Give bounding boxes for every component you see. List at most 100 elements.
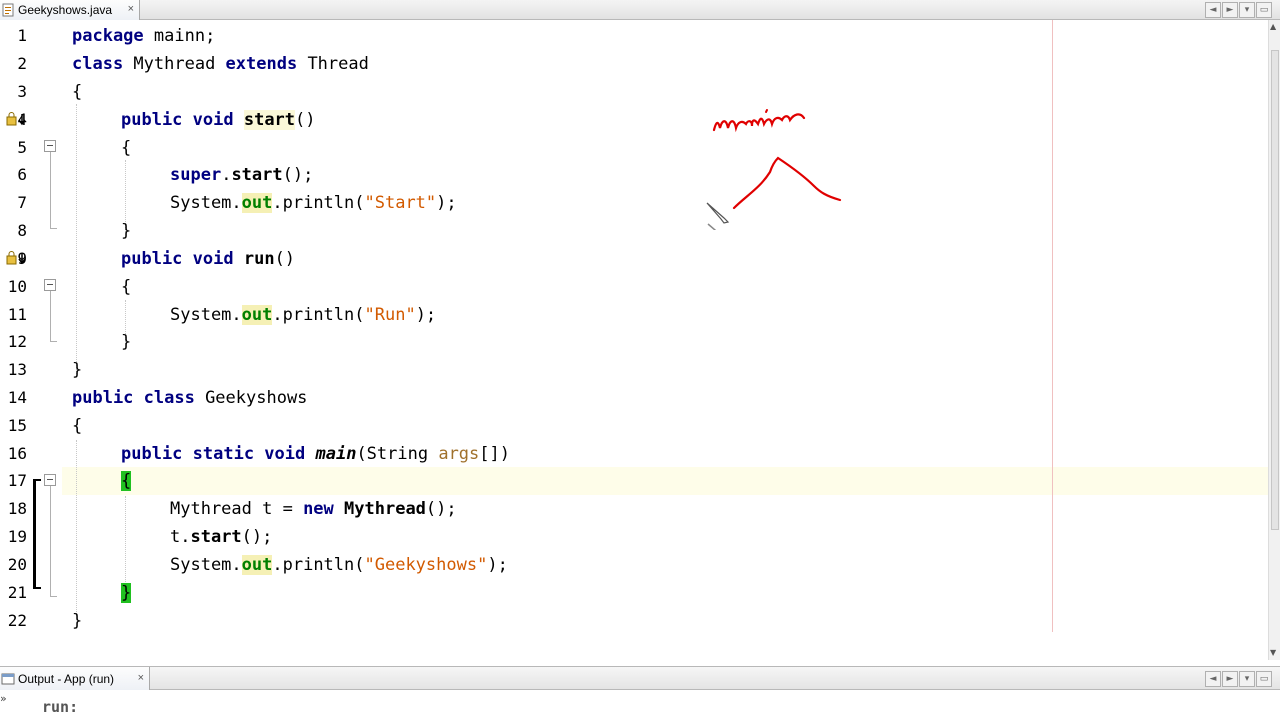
keyword: class — [72, 54, 124, 74]
line-number: 8 — [17, 221, 27, 240]
code-text: } — [121, 332, 132, 352]
matched-brace: } — [121, 583, 132, 603]
close-icon[interactable]: × — [138, 672, 144, 684]
matched-brace: { — [121, 471, 132, 491]
scroll-left-icon[interactable]: ◄ — [1205, 2, 1221, 18]
string-literal: "Run" — [364, 305, 416, 325]
code-line-3: { — [72, 78, 82, 106]
code-text: } — [72, 611, 83, 631]
code-text: ); — [415, 305, 437, 325]
keyword: public class — [72, 388, 195, 408]
code-text: (); — [425, 499, 457, 519]
code-line-4: public void start() — [121, 106, 316, 134]
output-window-icon — [1, 672, 15, 686]
parameter-name: args — [438, 444, 480, 464]
fold-end — [50, 596, 57, 597]
scrollbar-thumb[interactable] — [1271, 50, 1279, 530]
scroll-down-icon[interactable]: ▼ — [1270, 648, 1276, 657]
code-line-5: { — [121, 134, 131, 162]
line-number-gutter: 1 2 3 4 5 6 7 8 9 10 11 12 13 14 15 16 1… — [0, 20, 62, 660]
line-number: 10 — [7, 277, 27, 296]
line-number: 21 — [7, 583, 27, 602]
line-number: 5 — [17, 138, 27, 157]
override-marker-icon[interactable] — [6, 112, 28, 126]
line-number: 17 — [7, 471, 27, 490]
java-file-icon — [2, 3, 14, 17]
right-margin-guide — [1052, 20, 1053, 632]
restore-window-icon[interactable]: ▭ — [1256, 2, 1272, 18]
code-text: System. — [170, 305, 242, 325]
tab-list-icon[interactable]: ▾ — [1239, 2, 1255, 18]
code-text: .println( — [272, 305, 365, 325]
tab-geekyshows-java[interactable]: Geekyshows.java × — [0, 0, 140, 20]
scroll-right-icon[interactable]: ► — [1222, 2, 1238, 18]
code-text: Mythread — [123, 54, 226, 74]
code-text: ); — [436, 193, 457, 213]
tab-output[interactable]: Output - App (run) × — [0, 667, 150, 690]
tab-label: Geekyshows.java — [18, 3, 113, 17]
output-text: run: — [42, 698, 79, 716]
string-literal: "Geekyshows" — [364, 555, 488, 575]
line-number: 19 — [7, 527, 27, 546]
code-text: } — [72, 360, 83, 380]
code-line-16: public static void main(String args[]) — [121, 440, 510, 468]
code-text: (); — [282, 165, 314, 185]
code-text: .println( — [272, 193, 365, 213]
output-tab-bar: Output - App (run) × ◄ ► ▾ ▭ — [0, 666, 1280, 690]
fold-collapse-icon[interactable] — [44, 279, 56, 291]
editor-tab-bar: Geekyshows.java × ◄ ► ▾ ▭ — [0, 0, 1280, 20]
method-name: start — [243, 110, 296, 130]
string-literal: "Start" — [364, 193, 437, 213]
code-text: { — [121, 277, 132, 297]
line-number: 22 — [7, 611, 27, 630]
scroll-up-icon[interactable]: ▲ — [1270, 22, 1276, 31]
code-line-9: public void run() — [121, 245, 295, 273]
method-name: start — [190, 527, 242, 547]
field-name: out — [241, 305, 273, 325]
line-number: 16 — [7, 444, 27, 463]
fold-collapse-icon[interactable] — [44, 474, 56, 486]
indent-guide — [76, 440, 77, 616]
code-line-11: System.out.println("Run"); — [170, 301, 436, 329]
scroll-left-icon[interactable]: ◄ — [1205, 671, 1221, 687]
override-marker-icon[interactable] — [6, 251, 28, 265]
code-line-10: { — [121, 273, 131, 301]
close-icon[interactable]: × — [128, 3, 134, 15]
code-line-12: } — [121, 328, 131, 356]
code-text: () — [274, 249, 296, 269]
tab-label: Output - App (run) — [18, 671, 115, 686]
method-name: main — [315, 444, 357, 464]
scroll-right-icon[interactable]: ► — [1222, 671, 1238, 687]
restore-window-icon[interactable]: ▭ — [1256, 671, 1272, 687]
code-line-1: package mainn; — [72, 22, 215, 50]
tab-list-icon[interactable]: ▾ — [1239, 671, 1255, 687]
code-line-6: super.start(); — [170, 161, 313, 189]
fold-collapse-icon[interactable] — [44, 140, 56, 152]
output-console[interactable]: » run: — [0, 690, 1280, 720]
pen-cursor-icon — [706, 202, 730, 224]
fold-guide — [50, 486, 51, 596]
keyword: package — [72, 26, 144, 46]
code-line-21: } — [121, 579, 132, 607]
expand-arrows-icon[interactable]: » — [0, 692, 7, 705]
code-text: Geekyshows — [194, 388, 308, 408]
code-line-14: public class Geekyshows — [72, 384, 307, 412]
line-number: 7 — [17, 193, 27, 212]
code-text: () — [295, 110, 316, 130]
code-text: (); — [241, 527, 273, 547]
code-text: .println( — [272, 555, 365, 575]
code-editor[interactable]: 1 2 3 4 5 6 7 8 9 10 11 12 13 14 15 16 1… — [0, 20, 1268, 660]
code-line-19: t.start(); — [170, 523, 272, 551]
vertical-scrollbar[interactable]: ▲ ▼ — [1268, 20, 1280, 660]
line-number: 3 — [17, 82, 27, 101]
code-text: System. — [170, 555, 242, 575]
line-number: 6 — [17, 165, 27, 184]
code-line-17: { — [121, 467, 132, 495]
code-line-22: } — [72, 607, 82, 635]
line-number: 15 — [7, 416, 27, 435]
code-line-18: Mythread t = new Mythread(); — [170, 495, 457, 523]
line-number: 12 — [7, 332, 27, 351]
